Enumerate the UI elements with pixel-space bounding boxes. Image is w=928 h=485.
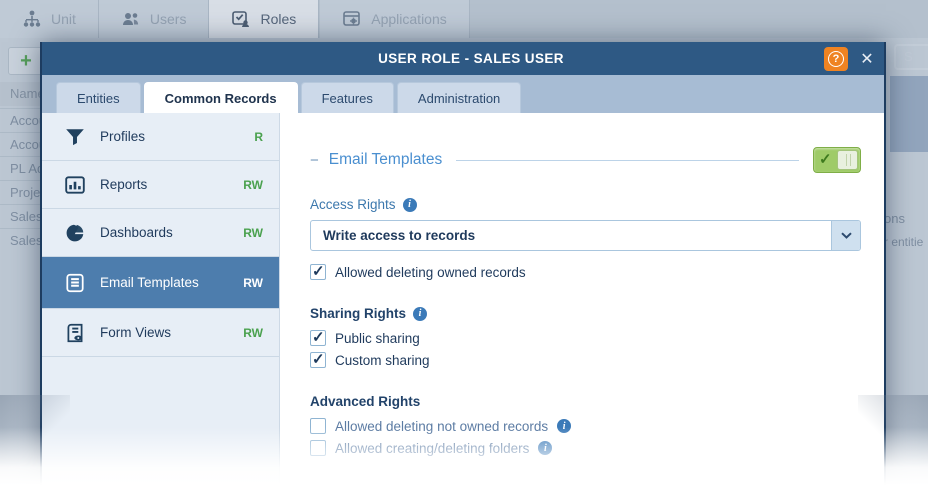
sidebar-item-label: Profiles bbox=[100, 129, 254, 144]
sidebar-item-profiles[interactable]: Profiles R bbox=[42, 113, 279, 161]
tab-features[interactable]: Features bbox=[301, 82, 394, 113]
access-rights-label: Access Rights bbox=[310, 197, 396, 212]
bar-chart-icon bbox=[64, 175, 86, 195]
sharing-rights-label: Sharing Rights bbox=[310, 306, 406, 321]
sidebar-item-email-templates[interactable]: Email Templates RW bbox=[42, 257, 279, 309]
checkbox-icon[interactable] bbox=[310, 418, 326, 434]
sidebar-item-label: Email Templates bbox=[100, 275, 243, 290]
bg-tab-roles-label: Roles bbox=[260, 11, 296, 27]
checkbox-public-sharing[interactable]: Public sharing bbox=[310, 330, 861, 346]
create-record-button[interactable]: + bbox=[8, 47, 44, 75]
user-role-dialog: USER ROLE - SALES USER ? ✕ Entities Comm… bbox=[40, 42, 886, 485]
users-icon bbox=[121, 10, 141, 28]
bg-search-input[interactable]: S bbox=[894, 44, 928, 70]
tab-common-records[interactable]: Common Records bbox=[144, 82, 298, 113]
checkbox-allowed-creating-folders[interactable]: Allowed creating/deleting folders i bbox=[310, 440, 861, 456]
tab-administration[interactable]: Administration bbox=[397, 82, 521, 113]
bg-text-fragment: r entitie bbox=[884, 235, 928, 249]
toggle-knob bbox=[837, 150, 858, 170]
bg-tab-unit-label: Unit bbox=[51, 11, 76, 27]
checkbox-label: Allowed deleting not owned records bbox=[335, 419, 548, 434]
sidebar-item-reports[interactable]: Reports RW bbox=[42, 161, 279, 209]
help-button[interactable]: ? bbox=[824, 47, 848, 71]
dialog-header: USER ROLE - SALES USER ? ✕ bbox=[42, 42, 884, 75]
rights-badge: RW bbox=[243, 226, 263, 240]
advanced-rights-header: Advanced Rights bbox=[310, 394, 861, 409]
email-template-icon bbox=[64, 273, 86, 293]
plus-icon: + bbox=[20, 50, 32, 73]
bg-tab-applications-label: Applications bbox=[371, 11, 447, 27]
form-view-icon bbox=[64, 323, 86, 343]
checkbox-icon[interactable] bbox=[310, 264, 326, 280]
email-templates-toggle[interactable]: ✓ bbox=[813, 147, 861, 173]
checkbox-icon[interactable] bbox=[310, 330, 326, 346]
bg-text-fragment: ons bbox=[884, 211, 928, 226]
rights-badge: RW bbox=[243, 326, 263, 340]
info-icon[interactable]: i bbox=[557, 419, 571, 433]
chevron-down-icon[interactable] bbox=[831, 221, 860, 250]
checkbox-custom-sharing[interactable]: Custom sharing bbox=[310, 352, 861, 368]
section-divider bbox=[456, 160, 799, 161]
access-rights-label-row: Access Rights i bbox=[310, 197, 861, 212]
rights-badge: RW bbox=[243, 276, 263, 290]
checkbox-label: Custom sharing bbox=[335, 353, 430, 368]
toggle-check-icon: ✓ bbox=[819, 150, 832, 168]
settings-panel: − Email Templates ✓ Access Rights i Writ… bbox=[280, 113, 884, 485]
roles-icon bbox=[231, 10, 251, 28]
checkbox-label: Allowed creating/deleting folders bbox=[335, 441, 529, 456]
filter-icon bbox=[64, 127, 86, 147]
bg-tab-roles[interactable]: Roles bbox=[209, 0, 319, 38]
sidebar-item-dashboards[interactable]: Dashboards RW bbox=[42, 209, 279, 257]
sharing-rights-header: Sharing Rights i bbox=[310, 306, 861, 321]
bg-tab-applications[interactable]: Applications bbox=[320, 0, 470, 38]
bg-tab-users-label: Users bbox=[150, 11, 187, 27]
question-icon: ? bbox=[828, 51, 844, 67]
checkbox-label: Public sharing bbox=[335, 331, 420, 346]
tab-entities[interactable]: Entities bbox=[56, 82, 141, 113]
bg-tab-users[interactable]: Users bbox=[99, 0, 210, 38]
section-header-row: − Email Templates ✓ bbox=[310, 147, 861, 173]
checkbox-label: Allowed deleting owned records bbox=[335, 265, 526, 280]
access-rights-select[interactable]: Write access to records bbox=[310, 220, 861, 251]
collapse-dash-icon[interactable]: − bbox=[310, 152, 319, 169]
rights-badge: R bbox=[254, 130, 263, 144]
dialog-body: Profiles R Reports RW Dashboards RW Emai… bbox=[42, 113, 884, 485]
background-top-tabbar: Unit Users Roles Applications bbox=[0, 0, 928, 38]
sidebar-item-form-views[interactable]: Form Views RW bbox=[42, 309, 279, 357]
info-icon[interactable]: i bbox=[403, 198, 417, 212]
section-title: Email Templates bbox=[329, 151, 442, 169]
advanced-rights-label: Advanced Rights bbox=[310, 394, 420, 409]
checkbox-icon[interactable] bbox=[310, 440, 326, 456]
pie-chart-icon bbox=[64, 223, 86, 243]
info-icon[interactable]: i bbox=[538, 441, 552, 455]
sidebar-item-label: Dashboards bbox=[100, 225, 243, 240]
info-icon[interactable]: i bbox=[413, 307, 427, 321]
close-icon: ✕ bbox=[860, 49, 873, 69]
sidebar-item-label: Reports bbox=[100, 177, 243, 192]
checkbox-icon[interactable] bbox=[310, 352, 326, 368]
rights-badge: RW bbox=[243, 178, 263, 192]
bg-tab-unit[interactable]: Unit bbox=[0, 0, 99, 38]
dialog-title: USER ROLE - SALES USER bbox=[118, 51, 824, 66]
close-button[interactable]: ✕ bbox=[856, 48, 878, 70]
sidebar-item-label: Form Views bbox=[100, 325, 243, 340]
checkbox-allowed-deleting-not-owned[interactable]: Allowed deleting not owned records i bbox=[310, 418, 861, 434]
bg-right-panel bbox=[890, 76, 928, 152]
checkbox-allowed-deleting-owned[interactable]: Allowed deleting owned records bbox=[310, 264, 861, 280]
org-chart-icon bbox=[22, 10, 42, 28]
screenshot-stage: Unit Users Roles Applications + Name Acc… bbox=[0, 0, 928, 485]
applications-icon bbox=[342, 10, 362, 28]
access-rights-selected-value: Write access to records bbox=[311, 221, 831, 250]
dialog-sidebar: Profiles R Reports RW Dashboards RW Emai… bbox=[42, 113, 280, 485]
dialog-tabbar: Entities Common Records Features Adminis… bbox=[42, 75, 884, 113]
